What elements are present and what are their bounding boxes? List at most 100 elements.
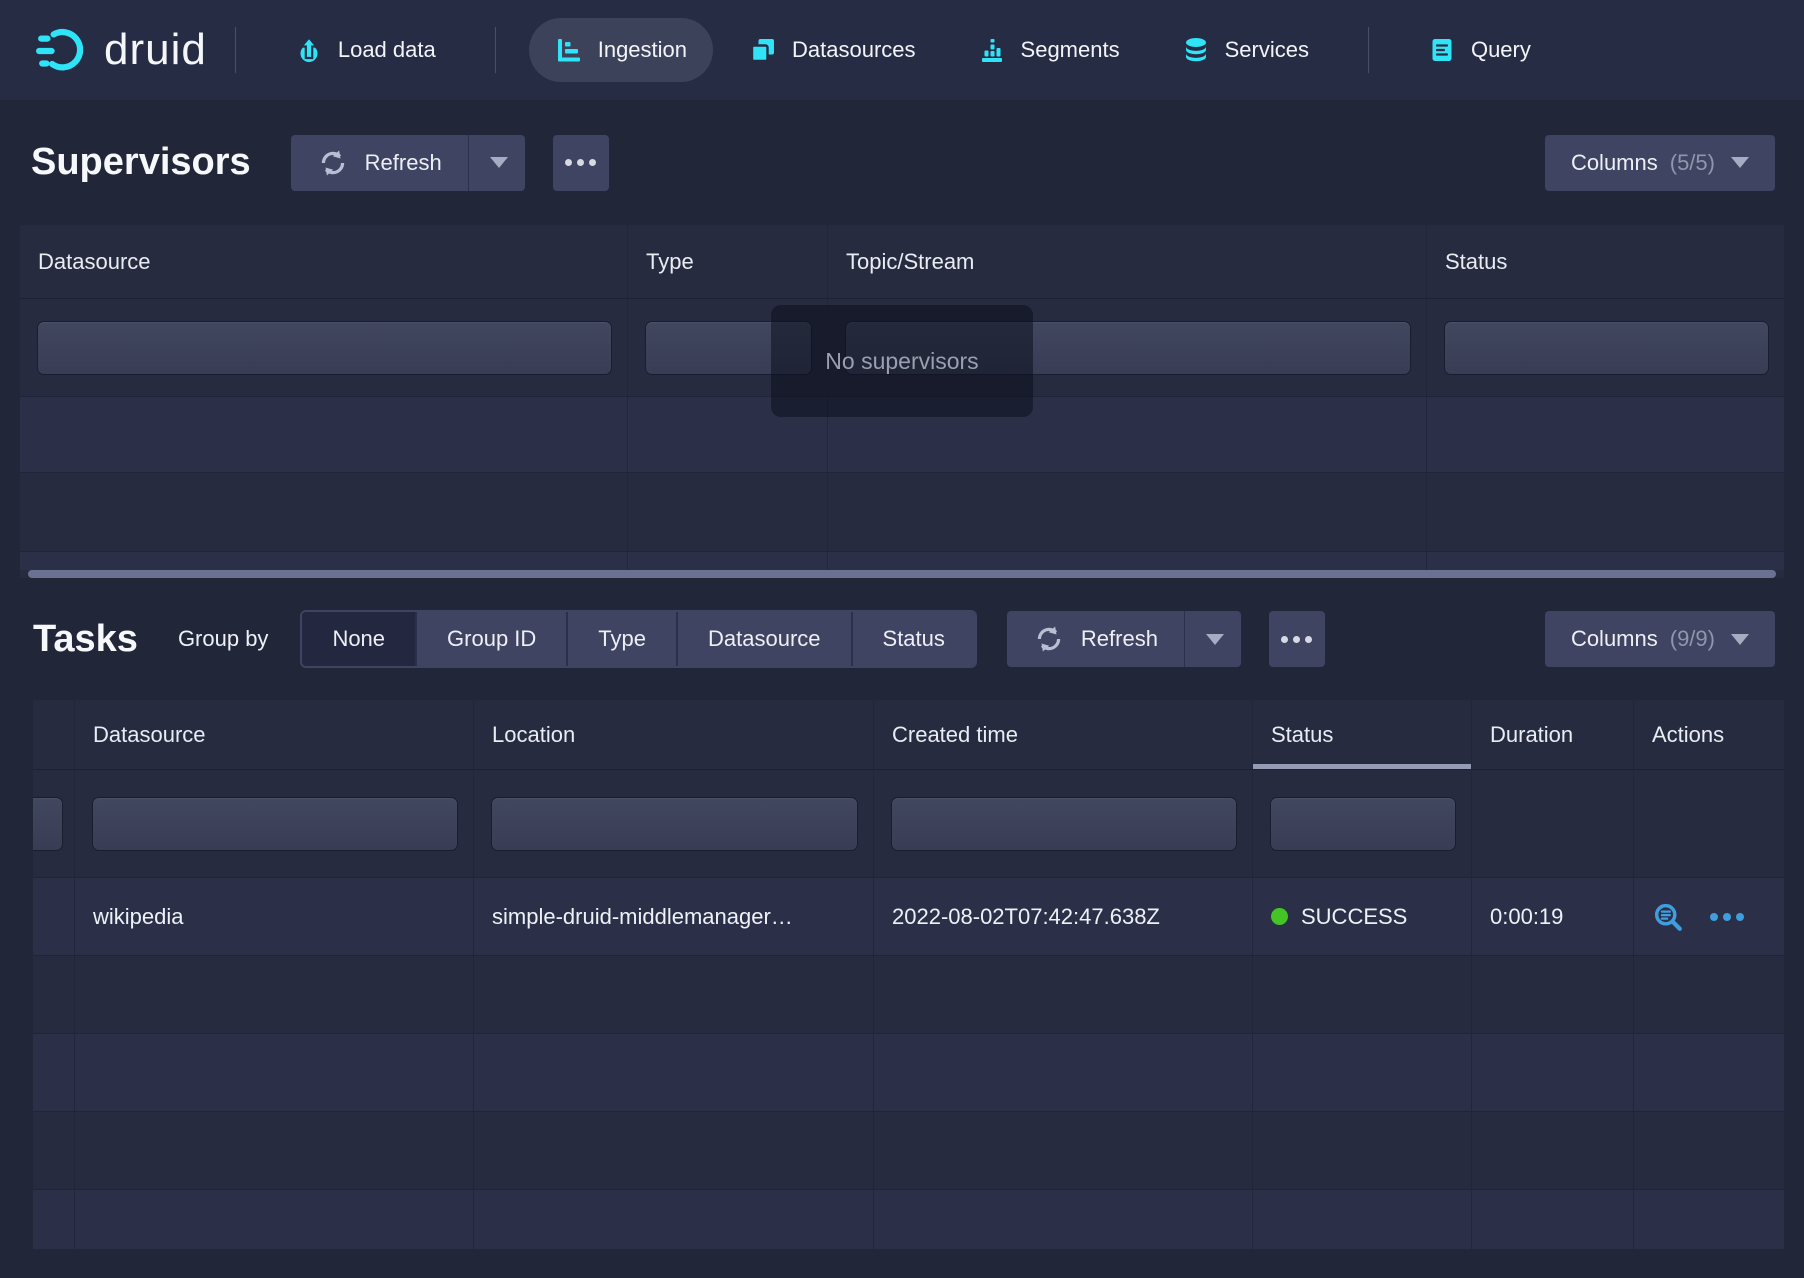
nav-item-services[interactable]: Services: [1156, 18, 1335, 82]
empty-table-row: [33, 1034, 1784, 1112]
tasks-table-header: Datasource Location Created time Status …: [33, 700, 1784, 770]
column-header-topic-stream[interactable]: Topic/Stream: [828, 225, 1427, 298]
success-status-dot: [1271, 908, 1288, 925]
database-icon: [1182, 36, 1210, 64]
supervisors-toolbar: Supervisors Refresh Columns (5/5): [0, 100, 1804, 225]
group-by-none-button[interactable]: None: [302, 612, 415, 666]
datasource-filter-input[interactable]: [38, 322, 611, 374]
status-filter-input[interactable]: [1445, 322, 1768, 374]
task-duration-cell: 0:00:19: [1472, 878, 1634, 955]
empty-table-row: [33, 1190, 1784, 1249]
chevron-down-icon: [490, 157, 508, 168]
empty-table-row: [20, 552, 1784, 570]
bar-chart-icon: [978, 36, 1006, 64]
upload-icon: [295, 36, 323, 64]
column-header-datasource[interactable]: Datasource: [75, 700, 474, 769]
chevron-down-icon: [1731, 634, 1749, 645]
empty-table-row: [33, 1112, 1784, 1190]
column-header-actions[interactable]: Actions: [1634, 700, 1784, 769]
status-filter-input[interactable]: [1271, 798, 1455, 850]
refresh-button-label: Refresh: [365, 150, 442, 176]
columns-button-label: Columns: [1571, 626, 1658, 652]
location-filter-input[interactable]: [492, 798, 857, 850]
column-header-status-sorted[interactable]: Status: [1253, 700, 1472, 769]
nav-item-segments[interactable]: Segments: [952, 18, 1146, 82]
nav-item-label: Query: [1471, 37, 1531, 63]
supervisors-refresh-split-button: Refresh: [291, 135, 525, 191]
chevron-down-icon: [1206, 634, 1224, 645]
druid-logo[interactable]: druid: [36, 23, 207, 77]
supervisors-columns-button[interactable]: Columns (5/5): [1545, 135, 1775, 191]
navbar-divider: [1368, 27, 1369, 73]
nav-item-ingestion[interactable]: Ingestion: [529, 18, 713, 82]
task-more-actions-icon[interactable]: [1710, 913, 1744, 921]
empty-table-row: [33, 956, 1784, 1034]
refresh-button-label: Refresh: [1081, 626, 1158, 652]
group-by-group-id-button[interactable]: Group ID: [415, 612, 566, 666]
supervisors-title: Supervisors: [31, 141, 251, 184]
tasks-title: Tasks: [33, 618, 138, 661]
chevron-down-icon: [1731, 157, 1749, 168]
columns-button-label: Columns: [1571, 150, 1658, 176]
brand-name: druid: [104, 25, 207, 75]
nav-item-label: Segments: [1021, 37, 1120, 63]
query-document-icon: [1428, 36, 1456, 64]
empty-table-row: [20, 397, 1784, 473]
task-created-time-cell: 2022-08-02T07:42:47.638Z: [874, 878, 1253, 955]
task-actions-cell: [1634, 878, 1784, 955]
task-status-cell: SUCCESS: [1253, 878, 1472, 955]
refresh-icon: [1033, 623, 1065, 655]
tasks-table: Datasource Location Created time Status …: [33, 700, 1784, 1249]
column-header-datasource[interactable]: Datasource: [20, 225, 628, 298]
columns-count: (5/5): [1670, 150, 1715, 176]
stacked-squares-icon: [749, 36, 777, 64]
nav-item-datasources[interactable]: Datasources: [723, 18, 942, 82]
supervisors-more-button[interactable]: [553, 135, 609, 191]
created-time-filter-input[interactable]: [892, 798, 1236, 850]
nav-item-label: Load data: [338, 37, 436, 63]
column-header-status[interactable]: Status: [1427, 225, 1784, 298]
task-details-magnifier-icon[interactable]: [1652, 901, 1684, 933]
partial-filter-input[interactable]: [33, 798, 62, 850]
tasks-columns-button[interactable]: Columns (9/9): [1545, 611, 1775, 667]
group-by-datasource-button[interactable]: Datasource: [676, 612, 851, 666]
navbar-divider: [495, 27, 496, 73]
nav-item-label: Datasources: [792, 37, 916, 63]
more-icon: [1281, 636, 1288, 643]
group-by-label: Group by: [178, 626, 269, 652]
topic-stream-filter-input[interactable]: [846, 322, 1410, 374]
task-status-label: SUCCESS: [1301, 904, 1407, 930]
nav-item-label: Ingestion: [598, 37, 687, 63]
supervisors-filter-row: [20, 299, 1784, 397]
type-filter-input[interactable]: [646, 322, 811, 374]
supervisors-refresh-caret-button[interactable]: [469, 135, 525, 191]
tasks-refresh-button[interactable]: Refresh: [1007, 611, 1185, 667]
nav-item-label: Services: [1225, 37, 1309, 63]
druid-logo-mark: [36, 23, 90, 77]
tasks-more-button[interactable]: [1269, 611, 1325, 667]
task-location-cell: simple-druid-middlemanager…: [474, 878, 874, 955]
task-datasource-cell: wikipedia: [75, 878, 474, 955]
nav-item-load-data[interactable]: Load data: [269, 18, 462, 82]
group-by-status-button[interactable]: Status: [851, 612, 975, 666]
nav-item-query[interactable]: Query: [1402, 18, 1557, 82]
column-header-duration[interactable]: Duration: [1472, 700, 1634, 769]
tasks-filter-row: [33, 770, 1784, 878]
more-icon: [565, 159, 572, 166]
supervisors-refresh-button[interactable]: Refresh: [291, 135, 469, 191]
column-header-partial[interactable]: [33, 700, 75, 769]
supervisors-table-header: Datasource Type Topic/Stream Status: [20, 225, 1784, 299]
column-header-created-time[interactable]: Created time: [874, 700, 1253, 769]
navbar-divider: [235, 27, 236, 73]
group-by-type-button[interactable]: Type: [566, 612, 676, 666]
top-navbar: druid Load data Ingestion Datasources: [0, 0, 1804, 100]
tasks-refresh-caret-button[interactable]: [1185, 611, 1241, 667]
task-row-wikipedia[interactable]: wikipedia simple-druid-middlemanager… 20…: [33, 878, 1784, 956]
tasks-toolbar: Tasks Group by None Group ID Type Dataso…: [0, 578, 1804, 700]
ingestion-chart-icon: [555, 36, 583, 64]
column-header-type[interactable]: Type: [628, 225, 828, 298]
columns-count: (9/9): [1670, 626, 1715, 652]
horizontal-scrollbar[interactable]: [28, 570, 1776, 578]
column-header-location[interactable]: Location: [474, 700, 874, 769]
datasource-filter-input[interactable]: [93, 798, 457, 850]
